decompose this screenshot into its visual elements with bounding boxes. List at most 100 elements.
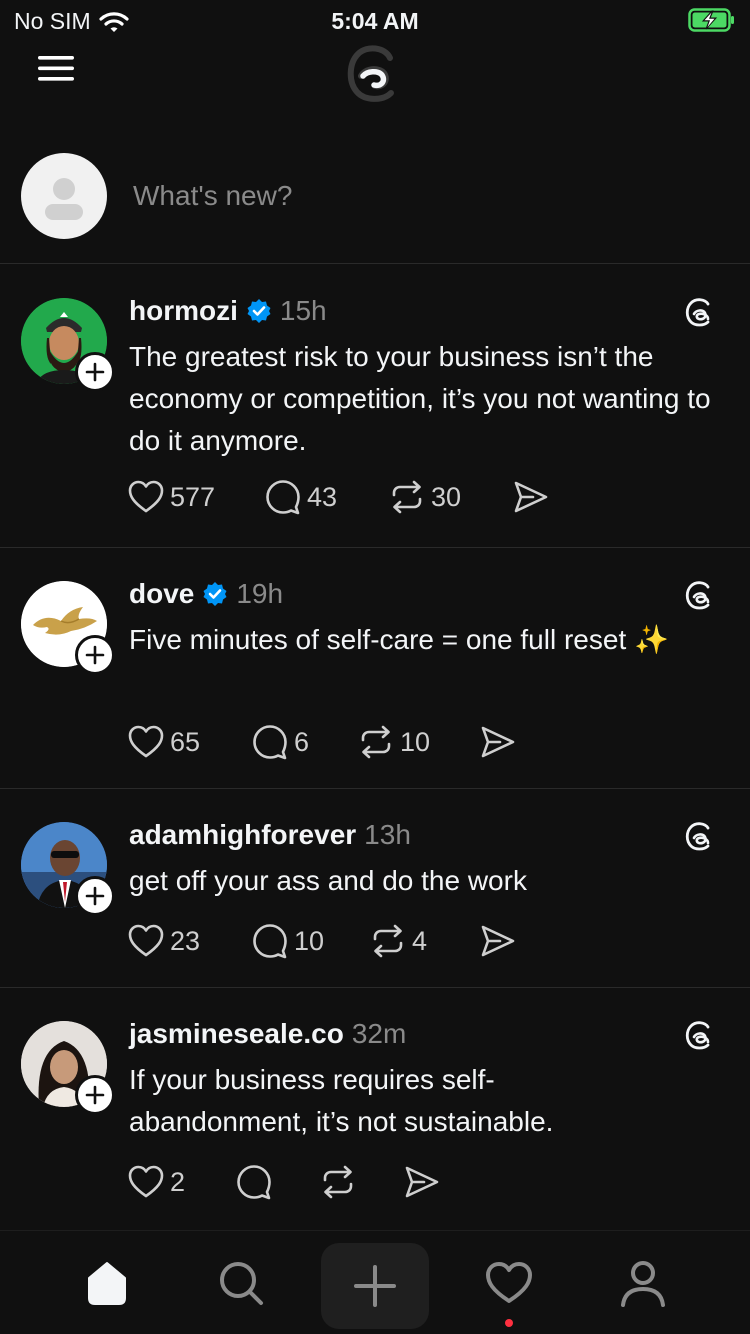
comment-icon	[253, 725, 287, 760]
follow-button[interactable]	[75, 635, 115, 675]
follow-button[interactable]	[75, 1075, 115, 1115]
post-text: The greatest risk to your business isn’t…	[129, 341, 711, 456]
send-icon	[514, 481, 548, 513]
like-button[interactable]: 577	[128, 480, 265, 514]
threads-icon[interactable]	[684, 820, 716, 852]
like-button[interactable]: 23	[128, 924, 252, 958]
post-header: hormozi 15h	[129, 295, 327, 327]
share-button[interactable]	[480, 725, 516, 759]
reply-count: 43	[307, 481, 338, 512]
tab-home[interactable]	[79, 1255, 135, 1311]
status-bar: No SIM 5:04 AM	[0, 0, 750, 42]
reply-count: 6	[294, 726, 310, 757]
post-time: 19h	[236, 578, 284, 609]
heart-icon	[128, 924, 164, 957]
verified-badge-icon	[247, 299, 271, 323]
like-count: 23	[170, 925, 201, 956]
post-time: 15h	[279, 295, 327, 326]
heart-icon	[128, 1165, 164, 1198]
heart-icon	[128, 480, 164, 513]
post-text: get off your ass and do the work	[129, 865, 527, 896]
post-actions: 2	[128, 1164, 440, 1200]
composer-placeholder[interactable]: What's new?	[133, 180, 292, 212]
repost-button[interactable]: 30	[389, 479, 513, 515]
repost-button[interactable]	[320, 1164, 404, 1200]
comment-icon	[266, 480, 300, 515]
verified-badge-icon	[203, 582, 227, 606]
post[interactable]: jasmineseale.co 32m If your business req…	[0, 988, 750, 1230]
like-button[interactable]: 2	[128, 1165, 236, 1199]
default-avatar-icon	[45, 178, 83, 220]
plus-icon	[85, 1085, 105, 1105]
repost-button[interactable]: 10	[358, 724, 480, 760]
post[interactable]: adamhighforever 13h get off your ass and…	[0, 789, 750, 988]
reply-count: 10	[294, 925, 325, 956]
comment-icon	[237, 1165, 271, 1200]
reply-button[interactable]: 6	[252, 724, 358, 760]
post[interactable]: dove 19h Five minutes of self-care = one…	[0, 548, 750, 789]
comment-icon	[253, 924, 287, 959]
send-icon	[405, 1166, 439, 1198]
tab-profile[interactable]	[615, 1255, 671, 1311]
post[interactable]: hormozi 15h The greatest risk to your bu…	[0, 265, 750, 548]
home-icon	[88, 1262, 126, 1305]
notification-dot	[505, 1319, 513, 1327]
avatar	[21, 153, 107, 239]
post-actions: 23 10 4	[128, 923, 516, 959]
post-text: If your business requires self-abandonme…	[129, 1064, 554, 1137]
post-time: 13h	[364, 819, 411, 850]
heart-icon	[486, 1262, 532, 1303]
menu-icon[interactable]	[36, 52, 76, 84]
repost-icon	[373, 924, 403, 958]
plus-icon	[85, 645, 105, 665]
heart-icon	[128, 725, 164, 758]
share-button[interactable]	[404, 1165, 440, 1199]
post-header: dove 19h	[129, 578, 283, 610]
repost-icon	[392, 480, 422, 514]
repost-icon	[361, 725, 391, 759]
post-actions: 577 43 30	[128, 479, 549, 515]
username[interactable]: adamhighforever	[129, 819, 356, 851]
plus-icon	[85, 362, 105, 382]
repost-count: 4	[412, 925, 428, 956]
threads-logo-icon[interactable]	[343, 40, 407, 104]
reply-button[interactable]: 10	[252, 923, 370, 959]
send-icon	[481, 726, 515, 758]
post-actions: 65 6 10	[128, 724, 516, 760]
create-button[interactable]	[321, 1243, 429, 1329]
username[interactable]: jasmineseale.co	[129, 1018, 344, 1050]
username[interactable]: hormozi	[129, 295, 238, 327]
threads-icon[interactable]	[684, 579, 716, 611]
post-header: jasmineseale.co 32m	[129, 1018, 406, 1050]
tab-activity[interactable]	[481, 1255, 537, 1311]
username[interactable]: dove	[129, 578, 194, 610]
search-icon	[220, 1262, 263, 1305]
profile-icon	[621, 1261, 665, 1307]
like-count: 65	[170, 726, 201, 757]
follow-button[interactable]	[75, 352, 115, 392]
tab-search[interactable]	[213, 1255, 269, 1311]
share-button[interactable]	[480, 924, 516, 958]
battery-charging-icon	[688, 8, 734, 32]
post-text: Five minutes of self-care = one full res…	[129, 624, 669, 655]
reply-button[interactable]: 43	[265, 479, 389, 515]
reply-button[interactable]	[236, 1164, 320, 1200]
composer[interactable]: What's new?	[0, 150, 750, 264]
send-icon	[481, 925, 515, 957]
plus-icon	[354, 1265, 396, 1307]
like-count: 577	[170, 481, 216, 512]
post-header: adamhighforever 13h	[129, 819, 411, 851]
like-count: 2	[170, 1166, 186, 1197]
post-time: 32m	[351, 1018, 407, 1049]
repost-count: 30	[431, 481, 462, 512]
threads-icon[interactable]	[684, 1019, 716, 1051]
threads-icon[interactable]	[684, 296, 716, 328]
plus-icon	[85, 886, 105, 906]
share-button[interactable]	[513, 480, 549, 514]
repost-button[interactable]: 4	[370, 923, 480, 959]
repost-count: 10	[400, 726, 431, 757]
like-button[interactable]: 65	[128, 725, 252, 759]
clock: 5:04 AM	[331, 8, 419, 34]
tab-bar	[0, 1230, 750, 1334]
follow-button[interactable]	[75, 876, 115, 916]
